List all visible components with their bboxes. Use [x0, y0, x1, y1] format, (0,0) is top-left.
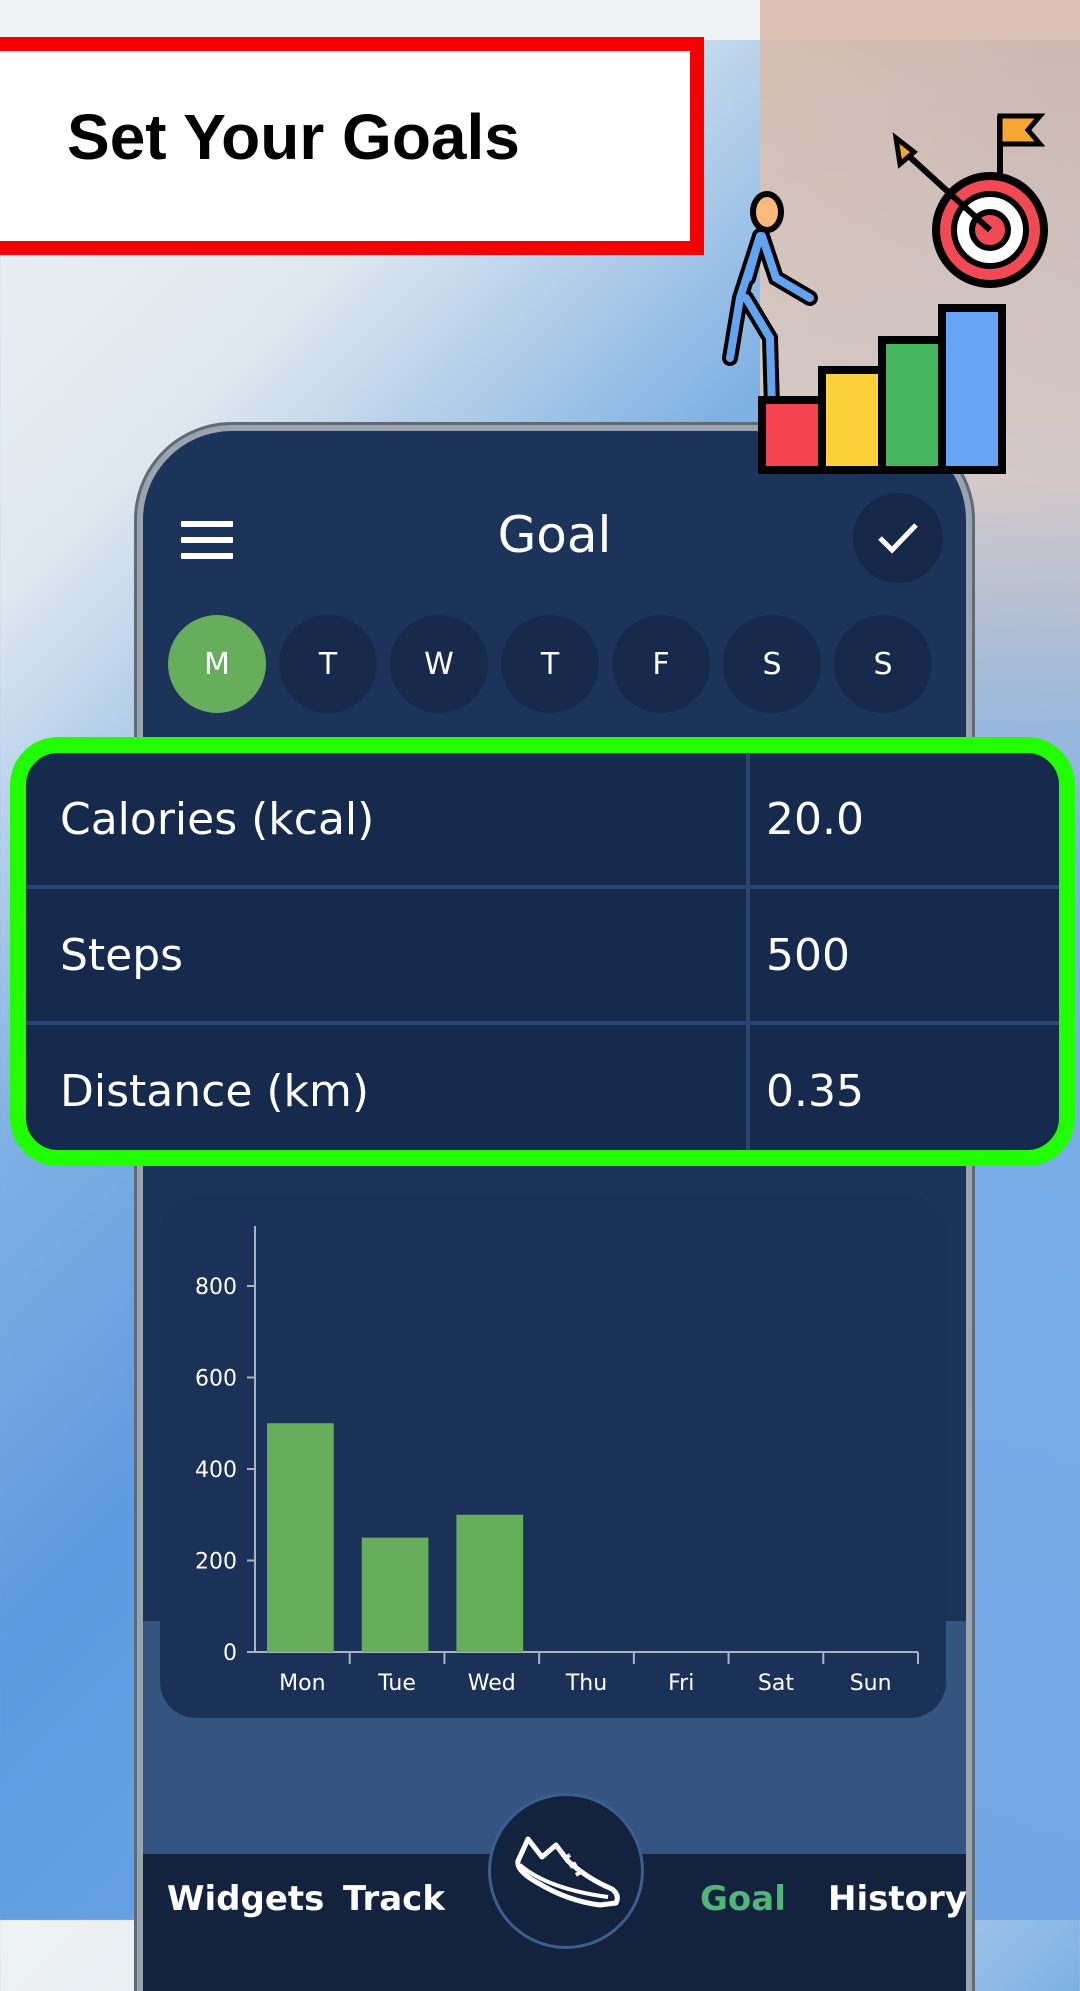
day-button[interactable]: T	[279, 615, 377, 713]
x-tick-label: Mon	[279, 1671, 325, 1696]
day-button[interactable]: W	[390, 615, 488, 713]
day-button[interactable]: F	[612, 615, 710, 713]
day-button[interactable]: S	[834, 615, 932, 713]
goal-value-input[interactable]: 0.35	[766, 1066, 864, 1117]
bar-wed	[456, 1514, 524, 1652]
y-tick-label: 200	[195, 1550, 237, 1575]
x-tick-label: Sat	[758, 1671, 794, 1696]
nav-history[interactable]: History	[828, 1879, 966, 1919]
track-center-button[interactable]	[488, 1793, 644, 1949]
bar-mon	[267, 1423, 334, 1652]
goal-achievement-illustration	[722, 113, 1048, 474]
bar-tue	[361, 1537, 429, 1652]
bar-steps-icon	[758, 304, 1006, 474]
nav-track[interactable]: Track	[343, 1879, 445, 1919]
y-tick-label: 400	[195, 1458, 237, 1483]
check-icon	[878, 523, 918, 554]
x-tick-label: Tue	[377, 1671, 416, 1696]
nav-goal[interactable]: Goal	[700, 1879, 786, 1919]
goal-value-input[interactable]: 500	[766, 930, 850, 981]
day-button[interactable]: T	[501, 615, 599, 713]
x-tick-label: Sun	[850, 1671, 892, 1696]
goal-label: Steps	[60, 929, 184, 981]
goal-table: Calories (kcal) 20.0 Steps 500 Distance …	[10, 737, 1075, 1166]
y-tick-label: 0	[223, 1641, 237, 1666]
x-tick-label: Thu	[565, 1671, 607, 1696]
y-tick-label: 800	[195, 1275, 237, 1300]
x-tick-label: Fri	[668, 1671, 694, 1696]
goal-label: Calories (kcal)	[60, 793, 375, 845]
target-icon	[892, 113, 1048, 288]
bar-chart: 0 200 400 600 800 Mon Tue Wed Thu Fri Sat Sun	[195, 1226, 919, 1696]
goal-row-steps[interactable]: Steps 500	[26, 889, 1059, 1025]
goal-label: Distance (km)	[60, 1065, 370, 1117]
day-selector: MTWTFSS	[168, 615, 932, 713]
weekly-chart: 0 200 400 600 800 Mon Tue Wed Thu Fri Sat Sun	[160, 1196, 946, 1718]
y-tick-label: 600	[195, 1367, 237, 1392]
goal-row-calories[interactable]: Calories (kcal) 20.0	[26, 753, 1059, 889]
x-tick-label: Wed	[468, 1671, 516, 1696]
day-button[interactable]: M	[168, 615, 266, 713]
goal-row-distance[interactable]: Distance (km) 0.35	[26, 1025, 1059, 1150]
phone-frame: Goal MTWTFSS 0 200 400 600 800 Mon Tue Wed Thu Fr…	[137, 425, 972, 1991]
banner-title: Set Your Goals	[67, 101, 520, 173]
walking-person-icon	[722, 191, 818, 416]
page-title: Goal	[497, 506, 612, 564]
nav-widgets[interactable]: Widgets	[167, 1879, 324, 1919]
confirm-button[interactable]	[853, 493, 943, 583]
day-button[interactable]: S	[723, 615, 821, 713]
goal-value-input[interactable]: 20.0	[766, 794, 864, 845]
shoe-icon	[515, 1836, 620, 1908]
